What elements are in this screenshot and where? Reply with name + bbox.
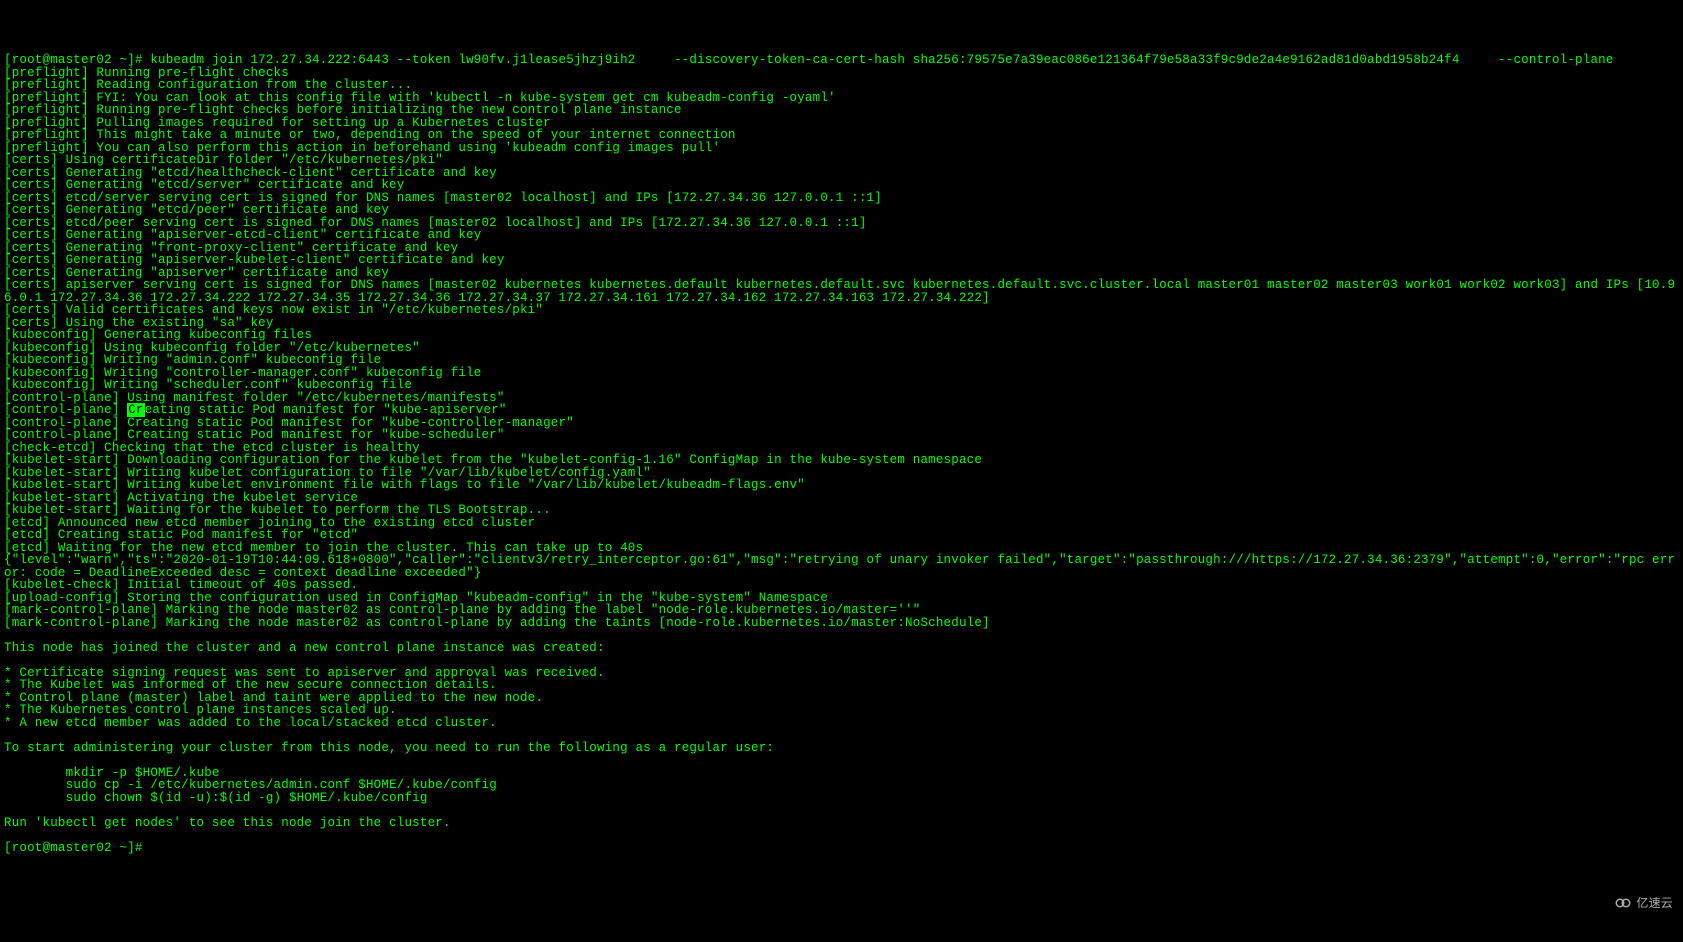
watermark-icon [1614, 894, 1632, 912]
output-before: [preflight] Running pre-flight checks [p… [4, 66, 1675, 405]
watermark: 亿速云 [1614, 894, 1673, 912]
command-text: kubeadm join 172.27.34.222:6443 --token … [150, 53, 1613, 67]
watermark-text: 亿速云 [1636, 897, 1673, 909]
terminal-output[interactable]: [root@master02 ~]# kubeadm join 172.27.3… [4, 54, 1679, 854]
output-after: [control-plane] Creating static Pod mani… [4, 416, 1675, 830]
shell-prompt-end: [root@master02 ~]# [4, 841, 150, 855]
